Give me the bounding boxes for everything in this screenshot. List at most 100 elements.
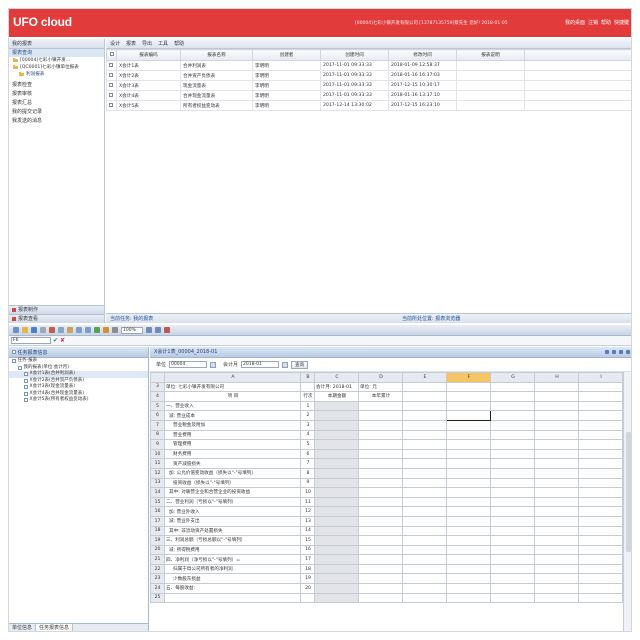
cell-current-amount[interactable] xyxy=(314,573,359,585)
cell-i[interactable] xyxy=(578,439,623,450)
cell-i[interactable] xyxy=(578,525,623,537)
cell-item[interactable]: 单位: 七彩小镇开发有限公司 xyxy=(164,381,301,393)
cell-h[interactable] xyxy=(534,506,579,517)
query-button[interactable]: 查询 xyxy=(291,360,309,369)
cell-current-amount[interactable] xyxy=(314,525,359,537)
cell-line-no[interactable] xyxy=(300,592,315,604)
cell-line-no[interactable]: 3 xyxy=(300,419,315,431)
row-header[interactable]: 23 xyxy=(150,573,165,585)
cell-item[interactable]: 加: 公允价值变动收益（损失以"-"号填列） xyxy=(164,467,301,479)
period-picker-icon[interactable] xyxy=(282,361,289,368)
row-header[interactable]: 13 xyxy=(150,477,165,489)
cell-item[interactable]: 项 目 xyxy=(164,391,301,402)
cell-h[interactable] xyxy=(534,448,579,460)
cell-g[interactable] xyxy=(490,506,535,517)
cell-i[interactable] xyxy=(578,583,623,594)
row-header[interactable]: 9 xyxy=(150,439,165,450)
menu-help[interactable]: 帮助 xyxy=(174,40,184,47)
cell-h[interactable] xyxy=(534,515,579,527)
cell-g[interactable] xyxy=(490,535,535,546)
cell-i[interactable] xyxy=(578,496,623,508)
cell-current-amount[interactable] xyxy=(314,410,359,421)
document-tab[interactable]: X会计1表_00004_2018-01 xyxy=(150,347,631,358)
zoom-out-icon[interactable] xyxy=(155,327,161,333)
cell-current-amount[interactable] xyxy=(314,583,359,594)
cell-ytd-amount[interactable] xyxy=(358,573,403,585)
cell-i[interactable] xyxy=(578,544,623,556)
desktop-link[interactable]: 我的桌面 xyxy=(565,19,585,26)
cell-i[interactable] xyxy=(578,515,623,527)
cell-e[interactable] xyxy=(402,429,447,441)
cell-g[interactable] xyxy=(490,400,535,412)
cell-current-amount[interactable] xyxy=(314,400,359,412)
row-header[interactable]: 12 xyxy=(150,467,165,479)
paste-icon[interactable] xyxy=(67,327,73,333)
cell-f[interactable] xyxy=(446,477,491,489)
redo-icon[interactable] xyxy=(85,327,91,333)
copy-icon[interactable] xyxy=(58,327,64,333)
row-header[interactable]: 25 xyxy=(150,592,165,604)
cell-h[interactable] xyxy=(534,419,579,431)
cell-i[interactable] xyxy=(578,535,623,546)
cell-item[interactable]: 少数股东损益 xyxy=(164,573,301,585)
cell-ytd-amount[interactable] xyxy=(358,467,403,479)
cell-f[interactable] xyxy=(446,391,491,402)
col-name[interactable]: 报表名称 xyxy=(180,49,253,61)
table-row[interactable]: X会计5表 所有者权益变动表 李明明 2017-12-14 13:30:02 2… xyxy=(106,100,631,111)
row-header[interactable]: 18 xyxy=(150,525,165,537)
cell-ytd-amount[interactable]: 单位: 元 xyxy=(358,381,403,393)
logout-link[interactable]: 注销 xyxy=(588,19,598,26)
menu-report-summary[interactable]: 报表汇总 xyxy=(9,99,104,108)
cell-item[interactable]: 减: 所得税费用 xyxy=(164,544,301,556)
row-header[interactable]: 16 xyxy=(150,506,165,517)
cell-e[interactable] xyxy=(402,592,447,604)
col-header-i[interactable]: I xyxy=(578,372,623,383)
cell-h[interactable] xyxy=(534,458,579,469)
zoom-select[interactable]: 100% xyxy=(121,326,143,334)
cell-line-no[interactable]: 16 xyxy=(300,544,315,556)
cell-item[interactable]: 营业费用 xyxy=(164,429,301,441)
format-icon[interactable] xyxy=(164,327,170,333)
cell-item[interactable]: 三、利润总额（亏损总额以"-"号填列） xyxy=(164,535,301,546)
cell-e[interactable] xyxy=(402,391,447,402)
row-checkbox[interactable] xyxy=(106,60,117,71)
cell-line-no[interactable]: 18 xyxy=(300,563,315,575)
cell-i[interactable] xyxy=(578,429,623,441)
cell-current-amount[interactable] xyxy=(314,544,359,556)
cell-ytd-amount[interactable] xyxy=(358,429,403,441)
cell-h[interactable] xyxy=(534,554,579,565)
table-row[interactable]: X会计3表 现金流量表 李明明 2017-11-01 09:33:33 2017… xyxy=(106,80,631,91)
cell-i[interactable] xyxy=(578,458,623,469)
help-link[interactable]: 帮助 xyxy=(601,19,611,26)
row-header[interactable]: 7 xyxy=(150,419,165,431)
nav-prev-icon[interactable] xyxy=(605,350,609,354)
check-icon[interactable]: ✔ xyxy=(53,337,58,344)
row-header[interactable]: 10 xyxy=(150,448,165,460)
row-header[interactable]: 4 xyxy=(150,391,165,402)
tree-item-company[interactable]: [00004]七彩小镇开发... xyxy=(9,57,104,64)
corner-cell[interactable] xyxy=(150,372,165,383)
cell-f[interactable] xyxy=(446,544,491,556)
col-desc[interactable]: 报表说明 xyxy=(456,49,525,61)
cell-f[interactable] xyxy=(446,448,491,460)
cell-i[interactable] xyxy=(578,410,623,421)
cell-h[interactable] xyxy=(534,477,579,489)
menu-tools[interactable]: 工具 xyxy=(158,40,168,47)
cell-i[interactable] xyxy=(578,554,623,565)
cell-ytd-amount[interactable] xyxy=(358,563,403,575)
cell-f[interactable] xyxy=(446,487,491,498)
cell-ytd-amount[interactable] xyxy=(358,544,403,556)
cell-line-no[interactable]: 行次 xyxy=(300,391,315,402)
row-checkbox[interactable] xyxy=(106,90,117,101)
cell-h[interactable] xyxy=(534,410,579,421)
cell-current-amount[interactable] xyxy=(314,448,359,460)
close-icon[interactable] xyxy=(626,350,630,354)
cell-h[interactable] xyxy=(534,400,579,412)
cell-ytd-amount[interactable] xyxy=(358,515,403,527)
cell-h[interactable] xyxy=(534,496,579,508)
cell-current-amount[interactable] xyxy=(314,477,359,489)
col-header-f[interactable]: F xyxy=(446,372,491,383)
cancel-icon[interactable]: ✘ xyxy=(60,337,65,344)
cell-line-no[interactable]: 12 xyxy=(300,506,315,517)
cell-i[interactable] xyxy=(578,592,623,604)
